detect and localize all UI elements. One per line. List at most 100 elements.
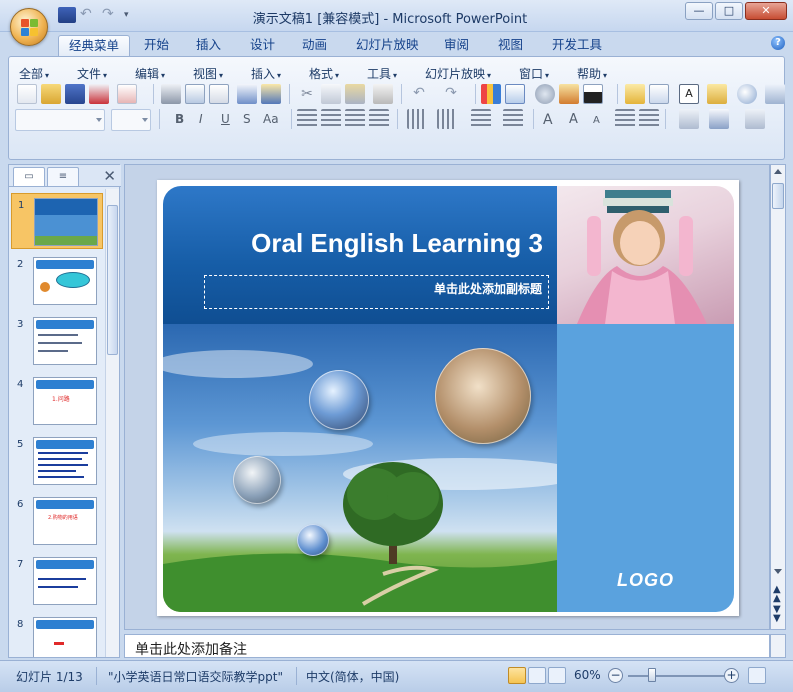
slide-layout-icon[interactable]	[649, 84, 669, 104]
text-direction-icon[interactable]	[407, 109, 427, 129]
quick-styles-icon[interactable]	[709, 109, 729, 129]
scrollbar-thumb[interactable]	[107, 205, 118, 355]
align-center-icon[interactable]	[321, 109, 341, 129]
insert-chart-icon[interactable]	[481, 84, 501, 104]
undo-icon[interactable]: ↶	[80, 7, 98, 23]
thumbnail-5[interactable]: 5	[11, 433, 103, 489]
new-slide-icon[interactable]	[625, 84, 645, 104]
color-grayscale-icon[interactable]	[583, 84, 603, 104]
tab-animation[interactable]: 动画	[292, 35, 337, 56]
zoom-icon[interactable]	[737, 84, 757, 104]
zoom-in-icon[interactable]: +	[724, 668, 739, 683]
tab-slides[interactable]: ▭	[13, 167, 45, 186]
italic-button[interactable]: I	[199, 112, 203, 126]
shape-fill-icon[interactable]	[679, 109, 699, 129]
scroll-up-icon[interactable]	[774, 169, 782, 174]
tab-design[interactable]: 设计	[240, 35, 285, 56]
justify-icon[interactable]	[369, 109, 389, 129]
menu-file[interactable]: 文件 ▾	[77, 65, 107, 82]
tab-view[interactable]: 视图	[488, 35, 533, 56]
undo-icon[interactable]: ↶	[409, 84, 429, 104]
font-color-button[interactable]: A	[543, 112, 553, 128]
font-name-combo[interactable]	[15, 109, 105, 131]
tab-home[interactable]: 开始	[134, 35, 179, 56]
notes-scrollbar[interactable]	[770, 634, 786, 658]
thumbnail-6[interactable]: 6 2.购物的用语	[11, 493, 103, 549]
bullets-icon[interactable]	[471, 109, 491, 129]
slide[interactable]: Oral English Learning 3 单击此处添加副标题 LOGO	[157, 180, 739, 616]
zoom-slider[interactable]	[628, 675, 724, 677]
canvas-scrollbar[interactable]: ▲ ▲ ▼ ▼	[770, 164, 786, 630]
thumbnail-8[interactable]: 8	[11, 613, 103, 657]
minimize-button[interactable]: —	[685, 2, 713, 20]
zoom-out-icon[interactable]: −	[608, 668, 623, 683]
redo-icon[interactable]: ↷	[441, 84, 461, 104]
export-pdf-icon[interactable]	[117, 84, 137, 104]
menu-all[interactable]: 全部 ▾	[19, 65, 49, 82]
increase-indent-icon[interactable]	[639, 109, 659, 129]
language[interactable]: 中文(简体，中国)	[306, 668, 399, 685]
close-button[interactable]: ✕	[745, 2, 787, 20]
tab-developer[interactable]: 开发工具	[542, 35, 612, 56]
notes-pane[interactable]: 单击此处添加备注	[124, 634, 770, 658]
save-icon[interactable]	[58, 7, 76, 23]
grow-font-button[interactable]: A	[569, 112, 578, 127]
paste-icon[interactable]	[345, 84, 365, 104]
slide-sorter-view-button[interactable]	[528, 667, 546, 684]
slide-title[interactable]: Oral English Learning 3	[173, 228, 543, 259]
underline-button[interactable]: U	[221, 112, 230, 126]
decrease-indent-icon[interactable]	[615, 109, 635, 129]
scrollbar-thumb[interactable]	[772, 183, 784, 209]
tab-insert[interactable]: 插入	[186, 35, 231, 56]
close-icon[interactable]: ✕	[103, 167, 116, 185]
menu-window[interactable]: 窗口 ▾	[519, 65, 549, 82]
tab-outline[interactable]: ≡	[47, 167, 79, 186]
font-icon[interactable]: A	[679, 84, 699, 104]
thumbnail-1[interactable]: 1	[11, 193, 103, 249]
font-size-combo[interactable]	[111, 109, 151, 131]
align-left-icon[interactable]	[297, 109, 317, 129]
menu-slideshow[interactable]: 幻灯片放映 ▾	[425, 65, 491, 82]
help-icon[interactable]: ?	[771, 36, 785, 50]
print-icon[interactable]	[161, 84, 181, 104]
scroll-down-icon[interactable]	[774, 569, 782, 574]
menu-format[interactable]: 格式 ▾	[309, 65, 339, 82]
print-preview-icon[interactable]	[185, 84, 205, 104]
format-painter-icon[interactable]	[373, 84, 393, 104]
clipart-icon[interactable]	[535, 84, 555, 104]
zoom-slider-thumb[interactable]	[648, 668, 656, 682]
insert-table-icon[interactable]	[505, 84, 525, 104]
fit-to-window-icon[interactable]	[748, 667, 766, 684]
more-icon[interactable]	[765, 84, 785, 104]
shadow-button[interactable]: S	[243, 112, 251, 126]
page-setup-icon[interactable]	[209, 84, 229, 104]
save-icon[interactable]	[65, 84, 85, 104]
previous-slide-icon[interactable]: ▲ ▲	[773, 585, 781, 604]
research-icon[interactable]	[261, 84, 281, 104]
customize-qat-icon[interactable]: ▾	[124, 7, 134, 23]
normal-view-button[interactable]	[508, 667, 526, 684]
tab-slideshow[interactable]: 幻灯片放映	[346, 35, 429, 56]
subtitle-placeholder[interactable]: 单击此处添加副标题	[204, 275, 549, 309]
next-slide-icon[interactable]: ▼ ▼	[773, 605, 781, 624]
tab-review[interactable]: 审阅	[434, 35, 479, 56]
thumbnail-7[interactable]: 7	[11, 553, 103, 609]
spelling-icon[interactable]	[237, 84, 257, 104]
bold-button[interactable]: B	[175, 112, 184, 126]
slideshow-view-button[interactable]	[548, 667, 566, 684]
thumbnail-4[interactable]: 4 1.问路	[11, 373, 103, 429]
menu-view[interactable]: 视图 ▾	[193, 65, 223, 82]
office-button[interactable]	[10, 8, 48, 46]
arrange-icon[interactable]	[745, 109, 765, 129]
tab-classic-menu[interactable]: 经典菜单	[58, 35, 131, 56]
cut-icon[interactable]: ✂	[297, 84, 317, 104]
align-right-icon[interactable]	[345, 109, 365, 129]
numbering-icon[interactable]	[503, 109, 523, 129]
thumbnail-2[interactable]: 2	[11, 253, 103, 309]
maximize-button[interactable]: □	[715, 2, 743, 20]
open-icon[interactable]	[41, 84, 61, 104]
insert-picture-icon[interactable]	[559, 84, 579, 104]
menu-edit[interactable]: 编辑 ▾	[135, 65, 165, 82]
copy-icon[interactable]	[321, 84, 341, 104]
thumbnail-3[interactable]: 3	[11, 313, 103, 369]
